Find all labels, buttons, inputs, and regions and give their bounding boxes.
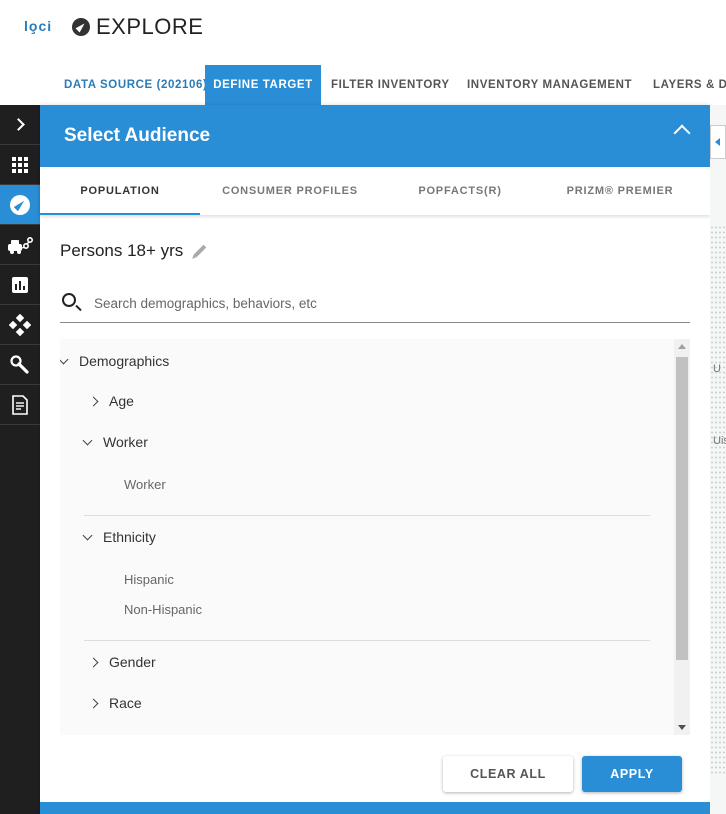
divider (84, 515, 650, 516)
tree-node-label: Age (109, 393, 134, 409)
collapse-panel-toggle[interactable] (710, 125, 726, 159)
search-box (60, 287, 690, 323)
tab-prizm-premier[interactable]: PRIZM® PREMIER (540, 167, 700, 215)
document-icon (12, 394, 28, 415)
tree-node-worker[interactable]: Worker (82, 434, 148, 450)
chevron-down-icon (60, 354, 69, 364)
audience-name: Persons 18+ yrs (60, 241, 207, 261)
demographics-tree: Demographics Age Worker Worker Ethnicity… (60, 339, 690, 735)
left-rail (0, 105, 40, 814)
map-view[interactable]: U Uis (710, 105, 726, 814)
rail-analytics-button[interactable] (0, 265, 40, 305)
rail-reports-button[interactable] (0, 385, 40, 425)
scroll-up-arrow-icon[interactable] (678, 344, 686, 349)
bar-chart-icon (12, 276, 28, 293)
tab-popfacts[interactable]: POPFACTS(R) (380, 167, 540, 215)
pencil-icon[interactable] (193, 244, 207, 258)
scroll-thumb[interactable] (676, 357, 688, 660)
chevron-down-icon (82, 530, 93, 540)
tree-node-label: Race (109, 695, 142, 711)
tree-leaf-worker[interactable]: Worker (124, 477, 166, 492)
tab-filter-inventory[interactable]: FILTER INVENTORY (331, 65, 450, 105)
map-points (710, 225, 726, 775)
tree-node-label: Gender (109, 654, 156, 670)
clear-all-button[interactable]: CLEAR ALL (443, 756, 573, 792)
tab-layers[interactable]: LAYERS & DE (653, 65, 726, 105)
select-audience-panel: Select Audience POPULATION CONSUMER PROF… (40, 105, 710, 814)
vehicles-icon (8, 236, 33, 254)
audience-tabs: POPULATION CONSUMER PROFILES POPFACTS(R)… (40, 167, 710, 215)
page-title: EXPLORE (96, 14, 204, 39)
tree-node-demographics[interactable]: Demographics (60, 353, 169, 369)
tree-scrollbar[interactable] (674, 339, 690, 735)
tab-inventory-management[interactable]: INVENTORY MANAGEMENT (467, 65, 632, 105)
tree-node-label: Demographics (79, 353, 170, 369)
map-label: Uis (713, 435, 726, 447)
tree-node-label: Worker (103, 434, 148, 450)
rail-apps-button[interactable] (0, 145, 40, 185)
top-bar: lo̧ci EXPLORE (0, 0, 726, 56)
chevron-right-icon (88, 657, 99, 667)
search-icon (62, 293, 76, 307)
scroll-down-arrow-icon[interactable] (678, 725, 686, 730)
compass-icon (10, 194, 30, 215)
tab-data-source-label: DATA SOURCE (202106) (64, 79, 208, 91)
tree-node-gender[interactable]: Gender (88, 654, 156, 670)
rail-vehicles-button[interactable] (0, 225, 40, 265)
compass-icon (72, 18, 90, 36)
panel-title: Select Audience (64, 125, 211, 146)
rail-tools-button[interactable] (0, 345, 40, 385)
app-logo[interactable]: lo̧ci (24, 18, 52, 34)
panel-header: Select Audience (40, 105, 710, 167)
search-input[interactable] (94, 291, 684, 315)
wrench-icon (10, 354, 29, 374)
tree-node-age[interactable]: Age (88, 393, 134, 409)
workflow-tabs: DATA SOURCE (202106) DEFINE TARGET FILTE… (0, 65, 726, 105)
rail-network-button[interactable] (0, 305, 40, 345)
tree-node-race[interactable]: Race (88, 695, 142, 711)
chevron-down-icon (82, 435, 93, 445)
grid-icon (12, 156, 28, 173)
audience-name-label: Persons 18+ yrs (60, 241, 184, 260)
tree-node-label: Ethnicity (103, 529, 156, 545)
page-heading: EXPLORE (72, 14, 203, 40)
tree-leaf-hispanic[interactable]: Hispanic (124, 572, 174, 587)
rail-explore-button[interactable] (0, 185, 40, 225)
diamond-network-icon (9, 313, 31, 336)
chevron-up-icon[interactable] (673, 124, 691, 142)
apply-button[interactable]: APPLY (582, 756, 682, 792)
tab-population[interactable]: POPULATION (40, 167, 200, 215)
chevron-right-icon (88, 396, 99, 406)
chevron-right-icon (11, 118, 25, 131)
tree-node-ethnicity[interactable]: Ethnicity (82, 529, 156, 545)
tab-consumer-profiles[interactable]: CONSUMER PROFILES (210, 167, 370, 215)
tree-leaf-non-hispanic[interactable]: Non-Hispanic (124, 602, 202, 617)
map-label: U (713, 363, 721, 375)
panel-footer (40, 802, 710, 814)
tab-data-source[interactable]: DATA SOURCE (202106) (64, 65, 224, 105)
chevron-right-icon (88, 698, 99, 708)
rail-expand-button[interactable] (0, 105, 40, 145)
tab-define-target[interactable]: DEFINE TARGET (205, 65, 321, 105)
divider (84, 640, 650, 641)
